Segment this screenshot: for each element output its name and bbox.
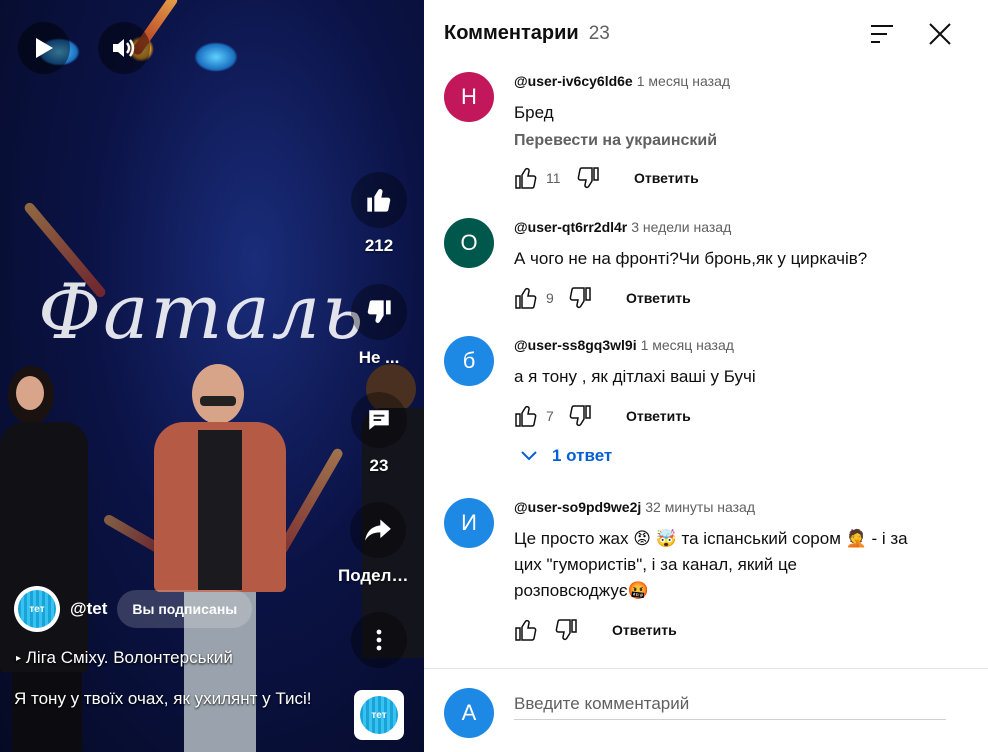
comment-like-count: 7 [546, 408, 554, 424]
reply-button[interactable]: Ответить [626, 290, 691, 306]
comment-like-count: 9 [546, 290, 554, 306]
sound-source-thumbnail[interactable]: тет [354, 690, 404, 740]
comment-time[interactable]: 1 месяц назад [641, 337, 734, 353]
dislike-icon[interactable] [568, 404, 592, 428]
view-replies-button[interactable]: 1 ответ [520, 446, 612, 466]
comment-text: а я тону , як дітлахі ваші у Бучі [514, 367, 756, 386]
dislike-action[interactable]: Не ... [346, 284, 412, 368]
volume-button[interactable] [98, 22, 150, 74]
divider [424, 668, 988, 669]
dislike-icon[interactable] [576, 166, 600, 190]
current-user-avatar: A [444, 688, 494, 738]
replies-label: 1 ответ [552, 446, 613, 465]
reply-button[interactable]: Ответить [626, 408, 691, 424]
channel-row: тет @tet Вы подписаны [14, 586, 253, 632]
comment-item: И @user-so9pd9we2j 32 минуты назад Це про… [444, 498, 964, 648]
share-label: Поделиться [338, 566, 418, 585]
like-icon[interactable] [514, 286, 538, 310]
comment-time[interactable]: 32 минуты назад [645, 499, 755, 515]
close-button[interactable] [924, 18, 956, 50]
volume-icon [113, 39, 135, 57]
comment-time[interactable]: 3 недели назад [631, 219, 731, 235]
comment-item: б @user-ss8gq3wl9i 1 месяц назад а я тону… [444, 336, 964, 436]
comments-panel: Комментарии 23 Н @user-iv6cy6ld6e 1 месяц… [424, 0, 988, 752]
comment-author[interactable]: @user-iv6cy6ld6e [514, 73, 633, 89]
sort-icon [871, 25, 893, 43]
reply-button[interactable]: Ответить [634, 170, 699, 186]
comment-text: А чого не на фронті?Чи бронь,як у циркач… [514, 249, 868, 268]
comment-author[interactable]: @user-qt6rr2dl4r [514, 219, 627, 235]
comments-total: 23 [588, 23, 610, 44]
play-button[interactable] [18, 22, 70, 74]
thumb-up-icon [367, 189, 391, 212]
playlist-link[interactable]: ▸ Ліга Сміху. Волонтерський [16, 648, 233, 668]
comment-author[interactable]: @user-so9pd9we2j [514, 499, 641, 515]
comments-action[interactable]: 23 [346, 392, 412, 476]
comment-text: Бред [514, 103, 554, 122]
like-icon[interactable] [514, 404, 538, 428]
avatar[interactable]: И [444, 498, 494, 548]
video-player[interactable]: Фаталь 212 Не ... 23 Поделиться [0, 0, 424, 752]
dislike-label: Не ... [358, 348, 400, 367]
comments-count: 23 [369, 456, 389, 475]
play-icon [36, 38, 53, 58]
more-options-button[interactable] [346, 612, 412, 668]
comment-like-count: 11 [546, 170, 561, 186]
channel-avatar[interactable]: тет [14, 586, 60, 632]
reply-button[interactable]: Ответить [612, 622, 677, 638]
comment-item: Н @user-iv6cy6ld6e 1 месяц назад Бред Пер… [444, 72, 964, 202]
dislike-icon[interactable] [568, 286, 592, 310]
translate-link[interactable]: Перевести на украинский [514, 132, 964, 150]
playlist-arrow-icon: ▸ [16, 653, 22, 665]
playlist-title: Ліга Сміху. Волонтерський [25, 648, 233, 667]
avatar[interactable]: б [444, 336, 494, 386]
comment-time[interactable]: 1 месяц назад [637, 73, 730, 89]
comment-text: Це просто жах 😡 🤯 та іспанський сором 🤦 … [514, 529, 908, 600]
avatar[interactable]: Н [444, 72, 494, 122]
comment-input-row: A [444, 688, 968, 738]
share-icon [365, 519, 391, 541]
stage-title-art: Фаталь [38, 267, 366, 356]
dislike-icon[interactable] [554, 618, 578, 642]
stage-light [194, 42, 238, 72]
comments-header: Комментарии 23 [444, 22, 610, 45]
close-icon [929, 23, 951, 45]
like-action[interactable]: 212 [346, 172, 412, 256]
subscribed-button[interactable]: Вы подписаны [117, 590, 253, 628]
more-vert-icon [376, 629, 382, 651]
comments-title: Комментарии [444, 22, 579, 44]
video-caption: Я тону у твоїх очах, як ухилянт у Тисі! [14, 689, 312, 708]
comment-item: О @user-qt6rr2dl4r 3 недели назад А чого … [444, 218, 964, 318]
like-icon[interactable] [514, 618, 538, 642]
like-icon[interactable] [514, 166, 538, 190]
thumb-down-icon [367, 300, 391, 323]
avatar[interactable]: О [444, 218, 494, 268]
like-count: 212 [364, 236, 394, 255]
share-action[interactable]: Поделиться [338, 502, 418, 586]
chevron-down-icon [521, 451, 537, 461]
sort-button[interactable] [866, 18, 898, 50]
comment-input[interactable] [514, 692, 946, 720]
comment-icon [369, 410, 389, 430]
comment-author[interactable]: @user-ss8gq3wl9i [514, 337, 637, 353]
channel-handle[interactable]: @tet [70, 599, 107, 619]
